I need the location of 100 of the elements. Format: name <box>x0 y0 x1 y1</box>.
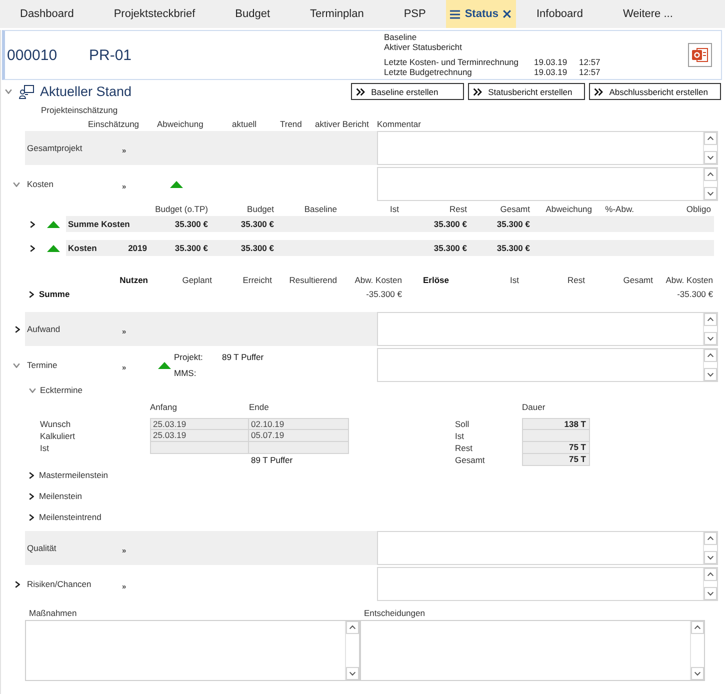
comment-field[interactable] <box>377 167 718 201</box>
comment-field[interactable] <box>377 348 718 382</box>
chevron-right-icon[interactable] <box>15 326 20 332</box>
scroll-down-icon[interactable] <box>704 368 717 381</box>
row-label: Rest <box>455 443 472 453</box>
column-header: aktiver Bericht <box>315 118 369 131</box>
chevron-down-icon[interactable] <box>29 388 36 392</box>
row-label: Ist <box>40 443 49 453</box>
chevron-down-icon[interactable] <box>13 362 20 368</box>
row-label: Risiken/Chancen <box>27 579 92 589</box>
tab[interactable]: Status <box>446 0 516 28</box>
chevron-right-icon[interactable] <box>15 580 20 588</box>
column-header: Dauer <box>522 402 546 412</box>
chevron-right-icon[interactable] <box>30 244 35 252</box>
column-header: Budget (o.TP) <box>155 204 208 214</box>
tab[interactable]: Projektsteckbrief <box>94 0 216 28</box>
table-cell: 35.300 € <box>240 243 274 253</box>
column-header: Gesamt <box>500 204 530 214</box>
table-cell: 35.300 € <box>496 219 530 229</box>
export-button[interactable] <box>688 43 712 67</box>
duration-cell: 75 T <box>522 454 590 466</box>
table-cell: 35.300 € <box>240 219 274 229</box>
action-button[interactable]: Abschlussbericht erstellen <box>589 83 721 100</box>
column-header: Geplant <box>182 275 212 285</box>
presentation-file-icon <box>692 47 708 63</box>
scroll-down-icon[interactable] <box>704 587 717 600</box>
subsection-title: Projekteinschätzung <box>41 105 118 115</box>
field-label: Entscheidungen <box>364 608 425 618</box>
column-header: %-Abw. <box>605 204 634 214</box>
schedule-label: MMS: <box>174 368 196 378</box>
table-cell: -35.300 € <box>677 289 713 299</box>
text-field[interactable] <box>25 620 360 681</box>
tab[interactable]: PSP <box>384 0 446 28</box>
duration-cell: 138 T <box>522 418 590 430</box>
column-header: Erlöse <box>423 275 449 285</box>
scroll-up-icon[interactable] <box>346 621 359 634</box>
calculation-date: 19.03.19 <box>534 67 568 77</box>
scroll-up-icon[interactable] <box>691 621 704 634</box>
comment-field[interactable] <box>377 131 718 165</box>
column-header: Erreicht <box>242 275 272 285</box>
scroll-down-icon[interactable] <box>346 667 359 680</box>
tab[interactable]: Infoboard <box>516 0 603 28</box>
chevron-down-icon[interactable] <box>4 89 12 94</box>
tab[interactable]: Terminplan <box>290 0 384 28</box>
row-label: Kosten <box>27 179 54 189</box>
column-header: Nutzen <box>120 275 148 285</box>
chevron-right-icon[interactable] <box>29 514 34 520</box>
report-label: Aktiver Statusbericht <box>384 42 462 52</box>
text-field[interactable] <box>360 620 705 681</box>
column-header: Ende <box>249 402 269 412</box>
calculation-date: 19.03.19 <box>534 57 568 67</box>
action-button[interactable]: Statusbericht erstellen <box>468 83 586 100</box>
field-label: Maßnahmen <box>29 608 77 618</box>
chevron-right-icon[interactable] <box>29 472 34 478</box>
scroll-down-icon[interactable] <box>704 551 717 564</box>
column-header: Trend <box>280 118 302 131</box>
row-label: Kalkuliert <box>40 431 75 441</box>
comment-field[interactable] <box>377 567 718 601</box>
table-cell: 35.300 € <box>174 243 208 253</box>
row-label: Kosten <box>68 243 97 253</box>
date-cell: 25.03.19 <box>150 418 249 430</box>
chevron-right-icon[interactable] <box>30 220 35 228</box>
scroll-up-icon[interactable] <box>704 168 717 181</box>
schedule-label: Projekt: <box>174 352 203 362</box>
project-code: PR-01 <box>89 46 132 64</box>
comment-field[interactable] <box>377 312 718 346</box>
column-header: Einschätzung <box>88 118 140 131</box>
scroll-down-icon[interactable] <box>704 187 717 200</box>
report-label: Baseline <box>384 32 417 42</box>
close-icon[interactable] <box>503 10 512 18</box>
comment-field[interactable] <box>377 531 718 565</box>
chevron-right-icon[interactable] <box>29 492 34 500</box>
action-button[interactable]: Baseline erstellen <box>351 83 464 100</box>
tab[interactable]: Dashboard <box>0 0 94 28</box>
column-header: Abweichung <box>157 118 204 131</box>
tab[interactable]: Weitere ... <box>602 0 693 28</box>
chevron-right-icon[interactable] <box>28 290 34 298</box>
group-label: Meilenstein <box>39 491 82 501</box>
row-label: Gesamt <box>455 455 485 465</box>
menu-icon[interactable] <box>450 10 460 18</box>
chevron-down-icon[interactable] <box>13 182 20 186</box>
scroll-down-icon[interactable] <box>704 332 717 345</box>
tab[interactable]: Budget <box>215 0 290 28</box>
scroll-up-icon[interactable] <box>704 313 717 326</box>
scroll-up-icon[interactable] <box>704 349 717 362</box>
table-cell: 35.300 € <box>496 243 530 253</box>
calculation-label: Letzte Budgetrechnung <box>384 67 472 77</box>
date-cell: 05.07.19 <box>249 430 349 442</box>
scroll-up-icon[interactable] <box>704 568 717 581</box>
presentation-board-icon <box>19 84 34 98</box>
scroll-down-icon[interactable] <box>691 667 704 680</box>
buffer-label: 89 T Puffer <box>251 455 293 465</box>
column-header: Rest <box>450 204 467 214</box>
column-header: Baseline <box>304 204 337 214</box>
double-chevron-icon <box>473 88 482 96</box>
scroll-up-icon[interactable] <box>704 532 717 545</box>
group-label: Meilensteintrend <box>39 512 102 522</box>
scroll-down-icon[interactable] <box>704 151 717 164</box>
scroll-up-icon[interactable] <box>704 132 717 145</box>
row-label: Termine <box>27 360 58 370</box>
